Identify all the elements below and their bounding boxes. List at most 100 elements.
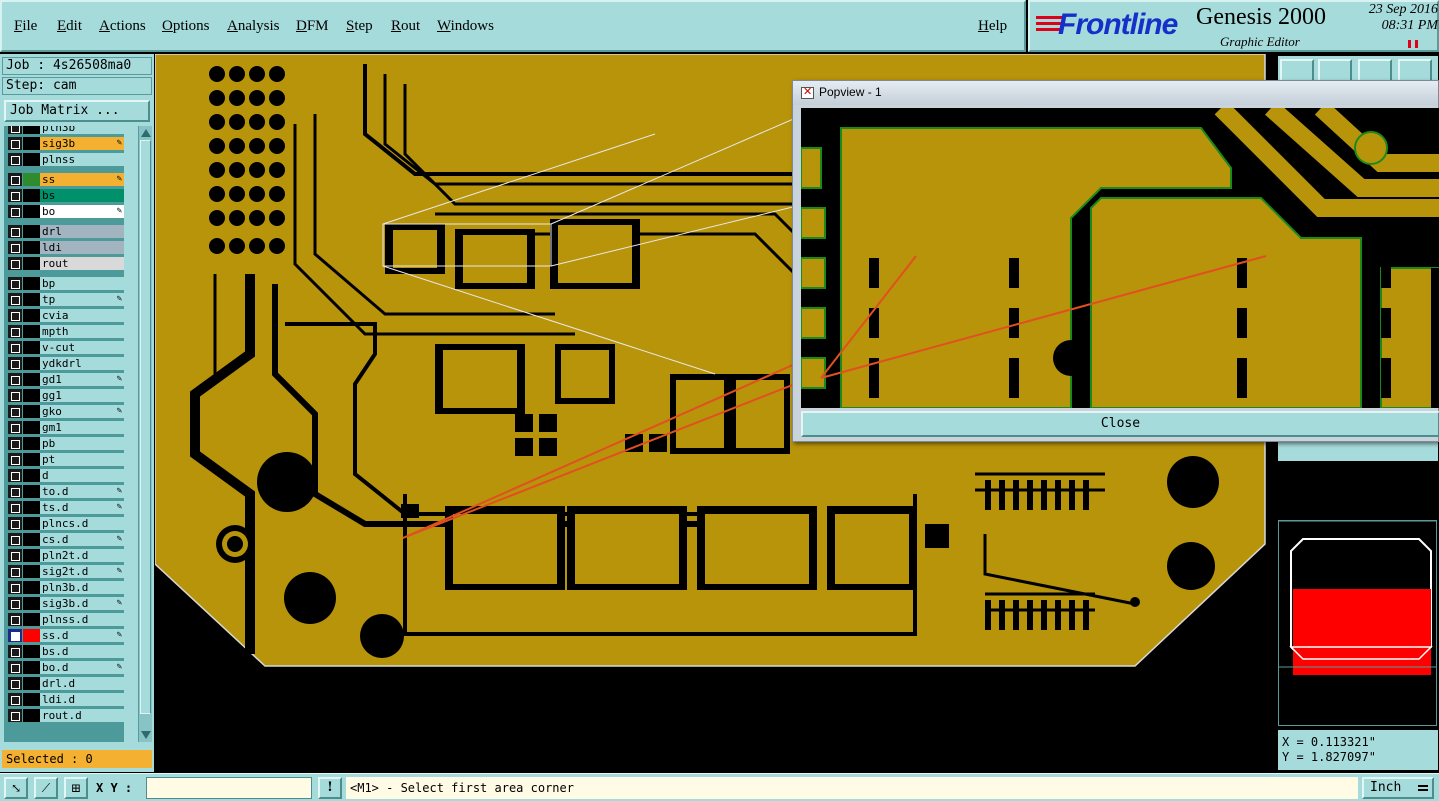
layer-color-swatch[interactable] [23, 469, 40, 482]
layer-color-swatch[interactable] [23, 501, 40, 514]
layer-checkbox[interactable] [8, 241, 22, 254]
layer-checkbox[interactable] [8, 405, 22, 418]
layer-color-swatch[interactable] [23, 241, 40, 254]
layer-checkbox[interactable] [8, 629, 22, 642]
layer-name[interactable]: pln2t.d [40, 549, 124, 562]
layer-checkbox[interactable] [8, 153, 22, 166]
layer-checkbox[interactable] [8, 453, 22, 466]
layer-row[interactable]: bs [6, 188, 124, 202]
layer-name[interactable]: sig3b ✎ [40, 137, 124, 150]
layer-color-swatch[interactable] [23, 549, 40, 562]
layer-color-swatch[interactable] [23, 137, 40, 150]
job-matrix-button[interactable]: Job Matrix ... [4, 100, 150, 122]
layer-checkbox[interactable] [8, 293, 22, 306]
layer-checkbox[interactable] [8, 661, 22, 674]
layer-color-swatch[interactable] [23, 709, 40, 722]
layer-row[interactable]: sig3b.d ✎ [6, 596, 124, 610]
layer-row[interactable]: mpth [6, 324, 124, 338]
layer-name[interactable]: bp [40, 277, 124, 290]
menu-file[interactable]: File [14, 18, 37, 35]
menu-options[interactable]: Options [162, 18, 210, 35]
layer-checkbox[interactable] [8, 709, 22, 722]
layer-checkbox[interactable] [8, 613, 22, 626]
layer-name[interactable]: pln3b.d [40, 581, 124, 594]
units-select[interactable]: Inch [1362, 777, 1434, 799]
layer-name[interactable]: plnss [40, 153, 124, 166]
layer-checkbox[interactable] [8, 485, 22, 498]
layer-checkbox[interactable] [8, 126, 22, 134]
layer-row[interactable]: rout.d [6, 708, 124, 722]
layer-row[interactable]: v-cut [6, 340, 124, 354]
layer-checkbox[interactable] [8, 517, 22, 530]
layer-name[interactable]: pln3b [40, 126, 124, 134]
layer-color-swatch[interactable] [23, 629, 40, 642]
layer-checkbox[interactable] [8, 173, 22, 186]
layer-color-swatch[interactable] [23, 613, 40, 626]
layer-checkbox[interactable] [8, 533, 22, 546]
layer-row[interactable]: pln3b.d [6, 580, 124, 594]
layer-checkbox[interactable] [8, 309, 22, 322]
layer-checkbox[interactable] [8, 645, 22, 658]
layer-row[interactable]: ldi.d [6, 692, 124, 706]
menu-dfm[interactable]: DFM [296, 18, 329, 35]
layer-row[interactable]: sig2t.d ✎ [6, 564, 124, 578]
layer-checkbox[interactable] [8, 581, 22, 594]
layer-color-swatch[interactable] [23, 693, 40, 706]
layer-name[interactable]: ldi [40, 241, 124, 254]
layer-color-swatch[interactable] [23, 277, 40, 290]
layer-row[interactable]: bp [6, 276, 124, 290]
snap-icon[interactable]: ⤡ [4, 777, 28, 799]
layer-name[interactable]: drl.d [40, 677, 124, 690]
layer-row[interactable]: ss ✎ [6, 172, 124, 186]
menu-actions[interactable]: Actions [99, 18, 146, 35]
layer-color-swatch[interactable] [23, 421, 40, 434]
layer-checkbox[interactable] [8, 469, 22, 482]
layer-name[interactable]: v-cut [40, 341, 124, 354]
layer-row[interactable]: bo ✎ [6, 204, 124, 218]
layer-row[interactable]: cvia [6, 308, 124, 322]
layer-name[interactable]: bs.d [40, 645, 124, 658]
layer-row[interactable]: plnss.d [6, 612, 124, 626]
scroll-thumb[interactable] [140, 140, 151, 714]
layer-color-swatch[interactable] [23, 677, 40, 690]
layer-checkbox[interactable] [8, 677, 22, 690]
warning-icon[interactable]: ! [318, 777, 342, 799]
layer-row[interactable]: to.d ✎ [6, 484, 124, 498]
layer-name[interactable]: drl [40, 225, 124, 238]
layer-checkbox[interactable] [8, 341, 22, 354]
layer-name[interactable]: mpth [40, 325, 124, 338]
layer-name[interactable]: cvia [40, 309, 124, 322]
layer-row[interactable]: gm1 [6, 420, 124, 434]
layer-row[interactable]: d [6, 468, 124, 482]
layer-row[interactable]: ydkdrl [6, 356, 124, 370]
layer-row[interactable]: ldi [6, 240, 124, 254]
layer-color-swatch[interactable] [23, 581, 40, 594]
layer-row[interactable]: gko ✎ [6, 404, 124, 418]
layer-checkbox[interactable] [8, 205, 22, 218]
layer-name[interactable]: ldi.d [40, 693, 124, 706]
layer-row[interactable]: bo.d ✎ [6, 660, 124, 674]
menu-analysis[interactable]: Analysis [227, 18, 280, 35]
layer-name[interactable]: sig3b.d ✎ [40, 597, 124, 610]
layer-checkbox[interactable] [8, 373, 22, 386]
menu-windows[interactable]: Windows [437, 18, 494, 35]
menu-step[interactable]: Step [346, 18, 373, 35]
layer-checkbox[interactable] [8, 565, 22, 578]
layer-name[interactable]: ss.d ✎ [40, 629, 124, 642]
layer-color-swatch[interactable] [23, 373, 40, 386]
layer-row[interactable]: sig3b ✎ [6, 136, 124, 150]
layer-color-swatch[interactable] [23, 153, 40, 166]
layer-color-swatch[interactable] [23, 453, 40, 466]
layer-color-swatch[interactable] [23, 437, 40, 450]
layer-color-swatch[interactable] [23, 189, 40, 202]
layer-color-swatch[interactable] [23, 645, 40, 658]
layer-color-swatch[interactable] [23, 205, 40, 218]
layer-checkbox[interactable] [8, 549, 22, 562]
layer-name[interactable]: gd1 ✎ [40, 373, 124, 386]
layer-row[interactable]: pb [6, 436, 124, 450]
layer-row[interactable]: plncs.d [6, 516, 124, 530]
layer-checkbox[interactable] [8, 257, 22, 270]
layer-name[interactable]: ss ✎ [40, 173, 124, 186]
layer-row[interactable]: gg1 [6, 388, 124, 402]
layer-color-swatch[interactable] [23, 661, 40, 674]
